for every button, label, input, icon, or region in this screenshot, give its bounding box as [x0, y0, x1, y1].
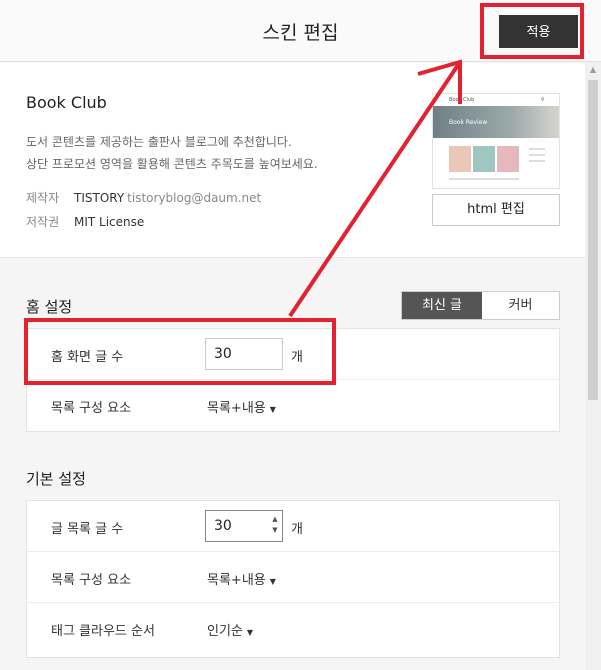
home-list-items-row: 목록 구성 요소 목록+내용 ▼: [27, 380, 559, 431]
tag-cloud-order-select[interactable]: 인기순 ▼: [207, 620, 253, 639]
basic-list-items-row: 목록 구성 요소 목록+내용 ▼: [27, 552, 559, 603]
preview-hero-text: Book Review: [449, 119, 488, 126]
caret-down-icon: ▼: [269, 577, 276, 586]
preview-line: [529, 148, 545, 150]
home-type-toggle: 최신 글 커버: [401, 291, 560, 320]
author-label: 제작자: [26, 191, 60, 205]
preview-card: [473, 146, 495, 172]
home-list-items-select[interactable]: 목록+내용 ▼: [207, 397, 276, 416]
scroll-up-icon[interactable]: ▲: [585, 62, 601, 78]
basic-post-count-input[interactable]: 30 ▲ ▼: [205, 510, 283, 542]
home-settings-title: 홈 설정: [26, 298, 73, 316]
preview-search-icon: ⚲: [541, 97, 545, 103]
preview-line: [449, 178, 519, 180]
author-name: TISTORY: [74, 191, 125, 205]
skin-preview-thumbnail: Book Club ⚲ Book Review: [432, 93, 560, 189]
basic-list-items-select[interactable]: 목록+내용 ▼: [207, 569, 276, 588]
stepper-arrows-icon[interactable]: ▲ ▼: [270, 514, 280, 538]
license-row: 저작권 MIT License: [26, 213, 144, 230]
basic-settings-panel: 글 목록 글 수 30 ▲ ▼ 개 목록 구성 요소 목록+내용 ▼ 태그 클라우드…: [26, 500, 560, 658]
preview-line: [529, 160, 545, 162]
license-label: 저작권: [26, 215, 60, 229]
caret-down-icon: ▼: [246, 628, 254, 637]
preview-hero: Book Review: [433, 106, 559, 138]
basic-list-items-label: 목록 구성 요소: [51, 573, 132, 588]
tag-cloud-order-label: 태그 클라우드 순서: [51, 624, 155, 639]
author-row: 제작자 TISTORY tistoryblog@daum.net: [26, 189, 261, 206]
tab-cover[interactable]: 커버: [482, 292, 559, 319]
apply-button-highlight: [480, 3, 584, 59]
skin-name: Book Club: [26, 93, 107, 112]
scrollbar[interactable]: ▲: [585, 62, 601, 670]
skin-description: 도서 콘텐츠를 제공하는 출판사 블로그에 추천합니다. 상단 프로모션 영역을…: [26, 135, 318, 171]
basic-post-count-unit: 개: [291, 522, 303, 537]
home-list-items-label: 목록 구성 요소: [51, 401, 132, 416]
tag-cloud-order-row: 태그 클라우드 순서 인기순 ▼: [27, 603, 559, 654]
post-count-highlight: [24, 318, 336, 385]
preview-card: [497, 146, 519, 172]
scrollbar-thumb[interactable]: [588, 80, 598, 400]
license-value: MIT License: [74, 215, 145, 229]
html-edit-button[interactable]: html 편집: [432, 194, 560, 226]
skin-info-panel: Book Club 도서 콘텐츠를 제공하는 출판사 블로그에 추천합니다. 상…: [0, 63, 585, 258]
tab-latest-posts[interactable]: 최신 글: [402, 292, 482, 319]
preview-card: [449, 146, 471, 172]
basic-post-count-row: 글 목록 글 수 30 ▲ ▼ 개: [27, 501, 559, 552]
basic-post-count-label: 글 목록 글 수: [51, 522, 124, 537]
caret-down-icon: ▼: [269, 405, 276, 414]
basic-settings-title: 기본 설정: [26, 470, 86, 488]
preview-line: [529, 154, 545, 156]
author-email: tistoryblog@daum.net: [127, 191, 262, 205]
